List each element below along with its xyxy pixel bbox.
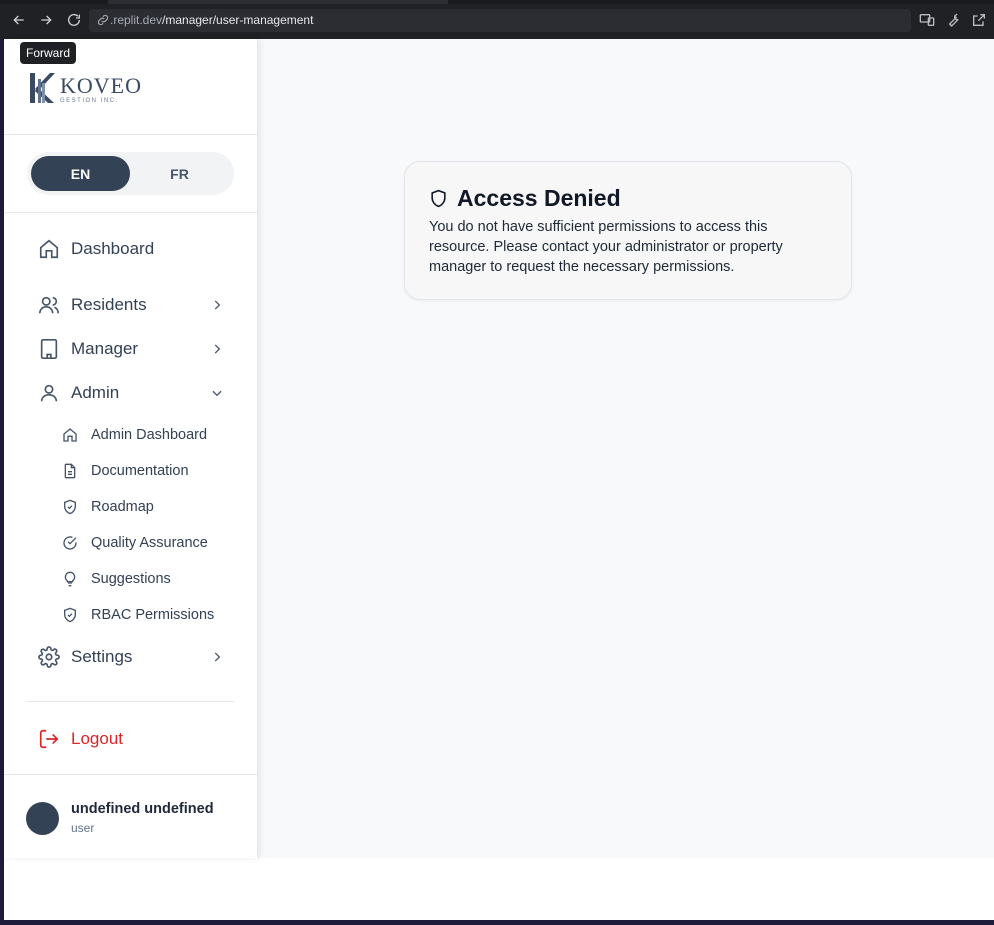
sidebar-item-admin-dashboard[interactable]: Admin Dashboard [62,425,242,445]
building-icon [38,338,60,360]
sidebar-item-roadmap[interactable]: Roadmap [62,497,242,517]
chevron-right-icon [210,342,224,356]
logo-name: KOVEO [60,73,142,98]
check-circle-icon [62,535,78,551]
sidebar: KOVEO GESTION INC. EN FR Dashboard Resid… [4,39,258,858]
user-role: user [71,821,95,835]
reload-icon[interactable] [65,11,83,29]
card-title: Access Denied [429,185,621,212]
wrench-icon[interactable] [945,12,961,28]
document-icon [62,463,78,479]
external-link-icon[interactable] [971,12,987,28]
nav-residents-label: Residents [71,295,147,314]
forward-tooltip: Forward [20,42,77,64]
active-tab[interactable] [108,0,448,4]
home-icon [62,427,78,443]
user-name: undefined undefined [71,801,214,817]
shield-check-icon [62,499,78,515]
access-denied-title: Access Denied [457,185,621,211]
url-path: /manager/user-management [162,13,314,27]
avatar [26,802,59,835]
language-fr-button[interactable]: FR [130,156,229,191]
devices-icon[interactable] [919,12,935,28]
logout-label: Logout [71,729,123,748]
nav-settings-label: Settings [71,647,133,666]
back-icon[interactable] [10,11,28,29]
nav-dashboard-label: Dashboard [71,239,155,258]
sidebar-item-label: Quality Assurance [91,535,208,551]
shield-check-icon [62,607,78,623]
nav-manager-label: Manager [71,339,139,358]
divider [4,212,258,213]
address-bar[interactable]: .replit.dev/manager/user-management [89,9,911,32]
sidebar-item-label: Suggestions [91,571,171,587]
sidebar-item-label: RBAC Permissions [91,607,215,623]
sidebar-item-label: Admin Dashboard [91,427,208,443]
chevron-right-icon [210,650,224,664]
sidebar-item-suggestions[interactable]: Suggestions [62,569,242,589]
chevron-down-icon [210,386,224,400]
divider [27,701,234,702]
link-icon [96,13,110,27]
nav-residents[interactable]: Residents [38,293,228,317]
user-icon [38,382,60,404]
window-border [0,920,994,925]
url-host: .replit.dev [110,13,163,27]
users-icon [38,294,60,316]
sidebar-item-label: Roadmap [91,499,154,515]
forward-icon[interactable] [37,11,55,29]
language-en-button[interactable]: EN [31,156,130,191]
page: Access Denied You do not have sufficient… [4,39,994,920]
access-denied-message: You do not have sufficient permissions t… [429,219,783,275]
logout-button[interactable]: Logout [38,727,123,751]
access-denied-card: Access Denied You do not have sufficient… [404,161,852,300]
nav-settings[interactable]: Settings [38,645,228,669]
nav-admin-label: Admin [71,383,120,402]
nav-dashboard[interactable]: Dashboard [38,237,228,261]
logo-subtitle: GESTION INC. [60,98,119,104]
sidebar-item-documentation[interactable]: Documentation [62,461,242,481]
logout-icon [38,728,60,750]
divider [4,134,258,135]
koveo-logo[interactable]: KOVEO GESTION INC. [28,69,142,105]
tab-strip [0,0,994,4]
browser-toolbar: .replit.dev/manager/user-management [0,0,994,39]
sidebar-item-rbac-permissions[interactable]: RBAC Permissions [62,605,242,625]
nav-admin[interactable]: Admin [38,381,228,405]
url-text: .replit.dev/manager/user-management [110,13,313,27]
user-profile[interactable]: undefined undefined user [4,774,258,858]
sidebar-item-quality-assurance[interactable]: Quality Assurance [62,533,242,553]
chevron-right-icon [210,298,224,312]
lightbulb-icon [62,571,78,587]
sidebar-item-label: Documentation [91,463,189,479]
shield-icon [429,189,448,208]
logo-mark-icon [30,73,55,103]
gear-icon [38,646,60,668]
home-icon [38,238,60,260]
nav-manager[interactable]: Manager [38,337,228,361]
main-content: Access Denied You do not have sufficient… [258,39,994,858]
language-switch: EN FR [27,152,234,195]
